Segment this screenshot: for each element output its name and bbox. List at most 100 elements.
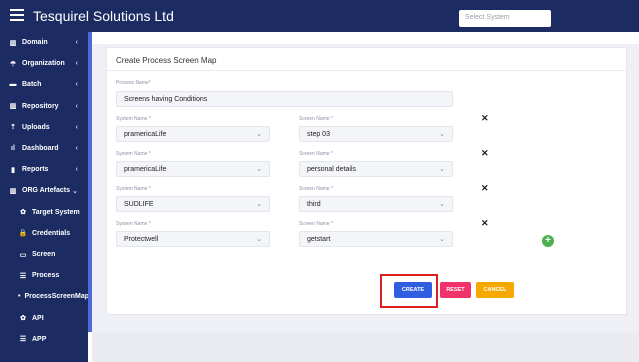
sidebar-item-reports[interactable]: ▮ Reports ‹ bbox=[0, 159, 88, 180]
monitor-icon: ▭ bbox=[19, 251, 27, 259]
chevron-icon: ‹ bbox=[75, 102, 78, 110]
remove-row-icon[interactable]: ✕ bbox=[481, 148, 489, 159]
sidebar-item-repository[interactable]: ▥ Repository ‹ bbox=[0, 96, 88, 117]
building-icon: ▥ bbox=[9, 187, 17, 195]
sidebar: ▥ Domain ‹ ☂ Organization ‹ ▬ Batch ‹ ▥ Repository… bbox=[0, 32, 90, 362]
sidebar-item-uploads[interactable]: ⇡ Uploads ‹ bbox=[0, 117, 88, 138]
system-name-label: System Name * bbox=[116, 186, 151, 192]
sidebar-item-label: Repository bbox=[22, 102, 59, 110]
screen-name-label: Screen Name * bbox=[299, 221, 333, 227]
system-name-select[interactable]: Protectwell ⌄ bbox=[116, 231, 270, 247]
system-name-label: System Name * bbox=[116, 116, 151, 122]
bar-chart-icon: ıl bbox=[11, 145, 15, 152]
sidebar-item-org-artefacts[interactable]: ▥ ORG Artefacts ⌄ bbox=[0, 180, 88, 201]
lock-icon: 🔒 bbox=[18, 230, 28, 238]
stack-icon: ☰ bbox=[19, 272, 27, 280]
chevron-down-icon: ⌄ bbox=[439, 236, 445, 243]
top-bar: Tesquirel Solutions Ltd Select System bbox=[0, 0, 639, 32]
sidebar-item-label: ProcessScreenMap bbox=[24, 293, 90, 301]
chevron-icon: ‹ bbox=[75, 81, 78, 89]
sidebar-item-domain[interactable]: ▥ Domain ‹ bbox=[0, 32, 88, 53]
process-name-field[interactable]: Screens having Conditions bbox=[116, 91, 453, 107]
system-name-label: System Name * bbox=[116, 151, 151, 157]
sidebar-item-batch[interactable]: ▬ Batch ‹ bbox=[0, 74, 88, 95]
sidebar-item-screen[interactable]: ▭ Screen bbox=[0, 244, 88, 265]
system-name-select[interactable]: SUDLIFE ⌄ bbox=[116, 196, 270, 212]
chevron-icon: ‹ bbox=[75, 39, 78, 46]
process-name-label: Process Name* bbox=[116, 80, 151, 86]
screen-name-label: Screen Name * bbox=[299, 116, 333, 122]
content-bottom-strip bbox=[92, 332, 639, 362]
screen-name-select[interactable]: third ⌄ bbox=[299, 196, 453, 212]
chevron-icon: ‹ bbox=[75, 123, 78, 131]
content-top-strip bbox=[92, 32, 639, 44]
chevron-icon: ‹ bbox=[75, 60, 78, 68]
system-name-value: Protectwell bbox=[124, 236, 159, 243]
remove-row-icon[interactable]: ✕ bbox=[481, 218, 489, 229]
sidebar-item-app[interactable]: ☰ APP bbox=[0, 329, 88, 350]
sidebar-item-label: Domain bbox=[22, 39, 48, 46]
divider bbox=[106, 70, 627, 71]
sidebar-item-credentials[interactable]: 🔒 Credentials bbox=[0, 223, 88, 244]
sidebar-item-processscreenmap[interactable]: • ProcessScreenMap bbox=[0, 286, 90, 307]
sidebar-item-target-system[interactable]: ✿ Target System bbox=[0, 202, 88, 223]
chevron-down-icon: ⌄ bbox=[439, 201, 445, 208]
sidebar-item-label: Target System bbox=[32, 208, 80, 216]
menu-icon[interactable] bbox=[10, 9, 24, 23]
remove-row-icon[interactable]: ✕ bbox=[481, 183, 489, 194]
sidebar-item-api[interactable]: ✿ API bbox=[0, 308, 88, 329]
page-title: Create Process Screen Map bbox=[116, 56, 217, 65]
brand-title: Tesquirel Solutions Ltd bbox=[33, 8, 174, 24]
chevron-down-icon: ⌄ bbox=[256, 201, 262, 208]
sidebar-item-label: Batch bbox=[22, 81, 42, 89]
stack-icon: ☰ bbox=[19, 336, 27, 344]
screen-name-select[interactable]: personal details ⌄ bbox=[299, 161, 453, 177]
building-icon: ▥ bbox=[9, 103, 17, 111]
screen-name-value: third bbox=[307, 201, 321, 208]
building-icon: ▥ bbox=[9, 39, 17, 47]
chevron-icon: ‹ bbox=[75, 166, 78, 174]
add-row-icon[interactable]: + bbox=[542, 235, 554, 247]
screen-name-label: Screen Name * bbox=[299, 151, 333, 157]
form-card bbox=[106, 47, 627, 315]
highlight-box bbox=[380, 274, 438, 308]
dot-icon: • bbox=[18, 293, 21, 301]
process-name-value: Screens having Conditions bbox=[124, 96, 208, 103]
system-name-value: pramericaLife bbox=[124, 166, 167, 173]
chevron-down-icon: ⌄ bbox=[256, 166, 262, 173]
screen-name-value: step 03 bbox=[307, 131, 330, 138]
chevron-down-icon: ⌄ bbox=[256, 236, 262, 243]
sidebar-item-label: Screen bbox=[32, 251, 56, 258]
system-name-select[interactable]: pramericaLife ⌄ bbox=[116, 161, 270, 177]
system-select[interactable]: Select System bbox=[459, 10, 551, 27]
screen-name-value: getstart bbox=[307, 236, 331, 243]
system-name-value: pramericaLife bbox=[124, 131, 167, 138]
system-name-value: SUDLIFE bbox=[124, 201, 154, 208]
sidebar-item-process[interactable]: ☰ Process bbox=[0, 265, 88, 286]
folder-icon: ▬ bbox=[9, 81, 17, 89]
system-name-label: System Name * bbox=[116, 221, 151, 227]
chevron-icon: ‹ bbox=[75, 145, 78, 152]
sidebar-item-label: Uploads bbox=[22, 123, 50, 131]
chevron-down-icon: ⌄ bbox=[439, 166, 445, 173]
system-name-select[interactable]: pramericaLife ⌄ bbox=[116, 126, 270, 142]
sidebar-item-label: API bbox=[32, 314, 44, 322]
sidebar-item-label: Process bbox=[32, 272, 60, 280]
sidebar-item-label: Organization bbox=[22, 60, 65, 68]
file-icon: ▮ bbox=[11, 166, 15, 174]
sidebar-item-label: APP bbox=[32, 335, 47, 343]
gear-icon: ✿ bbox=[20, 209, 26, 217]
screen-name-select[interactable]: getstart ⌄ bbox=[299, 231, 453, 247]
reset-button[interactable]: RESET bbox=[440, 282, 471, 298]
chevron-icon: ⌄ bbox=[72, 187, 78, 195]
sidebar-item-label: Dashboard bbox=[22, 145, 59, 152]
screen-name-value: personal details bbox=[307, 166, 357, 173]
screen-name-select[interactable]: step 03 ⌄ bbox=[299, 126, 453, 142]
upload-icon: ⇡ bbox=[10, 124, 16, 132]
sidebar-item-label: Reports bbox=[22, 166, 49, 174]
sidebar-item-organization[interactable]: ☂ Organization ‹ bbox=[0, 53, 88, 74]
cancel-button[interactable]: CANCEL bbox=[476, 282, 514, 298]
remove-row-icon[interactable]: ✕ bbox=[481, 113, 489, 124]
sidebar-item-dashboard[interactable]: ıl Dashboard ‹ bbox=[0, 138, 88, 159]
gear-icon: ✿ bbox=[20, 315, 26, 323]
